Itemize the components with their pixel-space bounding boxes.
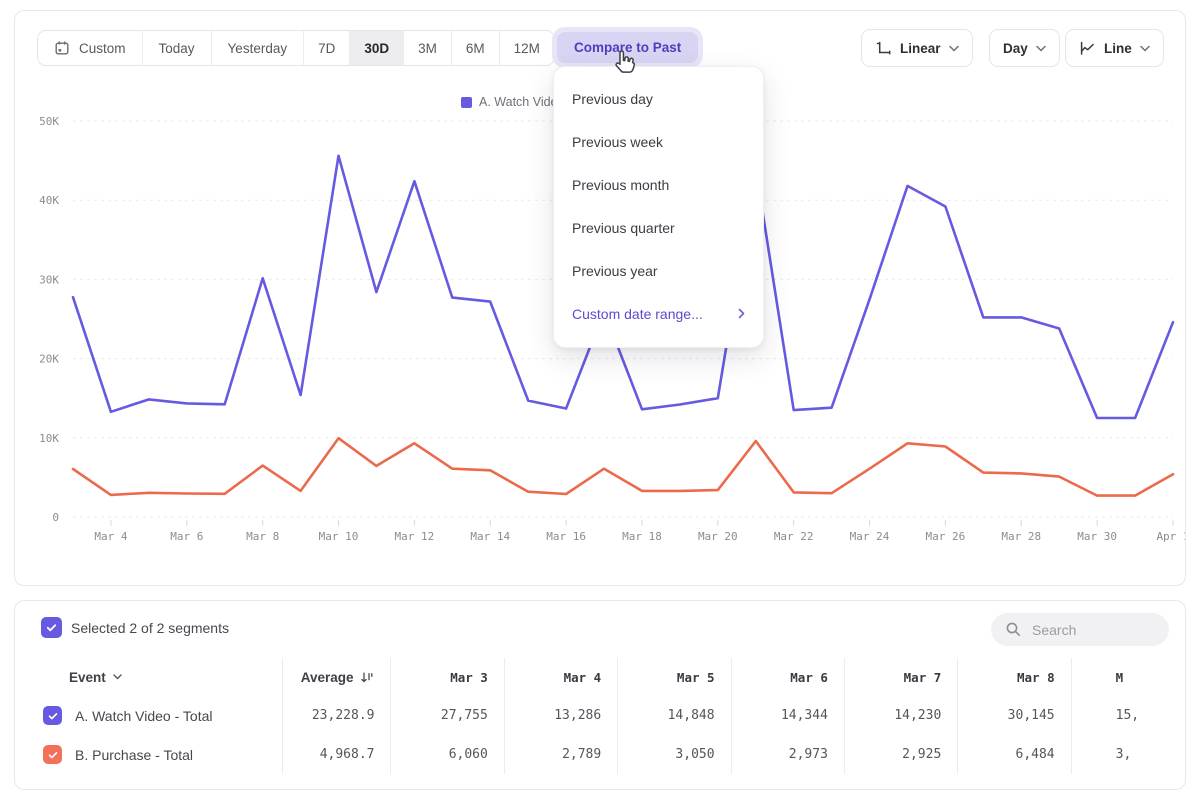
cell-value: 6,060 — [390, 735, 503, 774]
svg-text:Mar 20: Mar 20 — [698, 530, 738, 543]
analytics-dashboard: { "toolbar": { "date_ranges": ["Custom",… — [0, 0, 1200, 802]
segment-a-checkbox[interactable] — [43, 706, 62, 725]
date-column-header: Mar 4 — [504, 658, 617, 696]
svg-text:Mar 10: Mar 10 — [319, 530, 359, 543]
cell-value: 27,755 — [390, 696, 503, 735]
select-all-segments-checkbox[interactable] — [41, 617, 62, 638]
chevron-down-icon — [113, 674, 122, 680]
menu-item-previous-week[interactable]: Previous week — [554, 120, 763, 163]
table-header-row: Event Average Mar 3 Mar 4 Mar 5 Mar 6 Ma… — [15, 658, 1185, 696]
cell-value: 30,145 — [957, 696, 1070, 735]
event-column-header[interactable]: Event — [15, 658, 282, 696]
date-column-header: M — [1071, 658, 1185, 696]
menu-item-previous-quarter[interactable]: Previous quarter — [554, 206, 763, 249]
check-icon — [45, 621, 58, 634]
svg-text:50K: 50K — [39, 115, 59, 128]
search-placeholder: Search — [1032, 622, 1076, 638]
menu-item-previous-year[interactable]: Previous year — [554, 249, 763, 292]
table-row: B. Purchase - Total 4,968.7 6,060 2,789 … — [15, 735, 1185, 774]
cell-value: 2,925 — [844, 735, 957, 774]
date-column-header: Mar 5 — [617, 658, 730, 696]
segments-search-input[interactable]: Search — [991, 613, 1169, 646]
svg-text:20K: 20K — [39, 353, 59, 366]
cell-value: 3,050 — [617, 735, 730, 774]
segment-b-checkbox[interactable] — [43, 745, 62, 764]
check-icon — [47, 749, 59, 761]
svg-text:Mar 18: Mar 18 — [622, 530, 662, 543]
cell-value: 2,973 — [731, 735, 844, 774]
menu-item-previous-month[interactable]: Previous month — [554, 163, 763, 206]
cell-value: 14,230 — [844, 696, 957, 735]
table-row: A. Watch Video - Total 23,228.9 27,755 1… — [15, 696, 1185, 735]
cell-value: 2,789 — [504, 735, 617, 774]
svg-text:Mar 16: Mar 16 — [546, 530, 586, 543]
svg-text:Mar 4: Mar 4 — [94, 530, 127, 543]
segments-selected-text: Selected 2 of 2 segments — [71, 620, 229, 636]
cell-value: 13,286 — [504, 696, 617, 735]
cell-value: 14,344 — [731, 696, 844, 735]
date-column-header: Mar 6 — [731, 658, 844, 696]
segments-panel: Selected 2 of 2 segments Search Event Av… — [14, 600, 1186, 790]
cell-value: 15, — [1071, 696, 1185, 735]
menu-item-previous-day[interactable]: Previous day — [554, 77, 763, 120]
svg-text:30K: 30K — [39, 273, 59, 286]
segment-a-label: A. Watch Video - Total — [75, 708, 212, 724]
cell-value: 14,848 — [617, 696, 730, 735]
svg-text:Mar 22: Mar 22 — [774, 530, 814, 543]
segments-table: Event Average Mar 3 Mar 4 Mar 5 Mar 6 Ma… — [15, 658, 1185, 774]
cell-average: 23,228.9 — [282, 696, 391, 735]
svg-text:Mar 26: Mar 26 — [926, 530, 966, 543]
date-column-header: Mar 3 — [390, 658, 503, 696]
compare-to-past-menu: Previous day Previous week Previous mont… — [553, 66, 764, 348]
cell-value: 6,484 — [957, 735, 1070, 774]
svg-text:Mar 14: Mar 14 — [470, 530, 510, 543]
svg-text:Apr 1: Apr 1 — [1156, 530, 1185, 543]
svg-text:10K: 10K — [39, 432, 59, 445]
sort-descending-icon — [360, 671, 374, 684]
date-column-header: Mar 7 — [844, 658, 957, 696]
svg-text:Mar 8: Mar 8 — [246, 530, 279, 543]
svg-text:Mar 24: Mar 24 — [850, 530, 890, 543]
svg-text:Mar 28: Mar 28 — [1001, 530, 1041, 543]
search-icon — [1005, 621, 1022, 638]
chevron-right-icon — [738, 308, 745, 319]
svg-text:40K: 40K — [39, 194, 59, 207]
svg-text:Mar 12: Mar 12 — [395, 530, 435, 543]
average-column-header[interactable]: Average — [282, 658, 391, 696]
cell-value: 3, — [1071, 735, 1185, 774]
segment-b-label: B. Purchase - Total — [75, 747, 193, 763]
check-icon — [47, 710, 59, 722]
svg-text:Mar 30: Mar 30 — [1077, 530, 1117, 543]
menu-item-custom-date-range[interactable]: Custom date range... — [554, 292, 763, 335]
svg-text:Mar 6: Mar 6 — [170, 530, 203, 543]
date-column-header: Mar 8 — [957, 658, 1070, 696]
svg-text:0: 0 — [52, 511, 59, 524]
cell-average: 4,968.7 — [282, 735, 391, 774]
